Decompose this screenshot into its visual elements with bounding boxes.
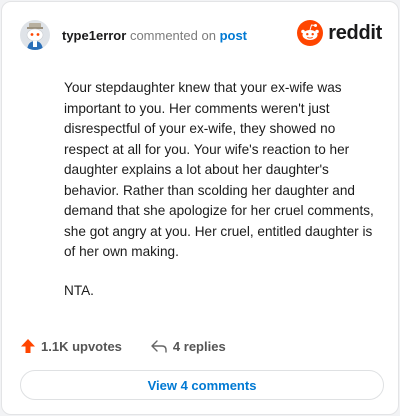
reddit-logo-icon (297, 20, 324, 46)
replies-count: 4 replies (172, 338, 226, 354)
post-link[interactable]: post (220, 28, 247, 43)
snoo-avatar-icon[interactable] (20, 20, 50, 50)
replies-button[interactable]: 4 replies (150, 338, 226, 354)
comment-body: Your stepdaughter knew that your ex-wife… (64, 78, 382, 319)
comment-card: type1error commented on post reddit Your… (1, 1, 399, 415)
upvote-count: 1.1K upvotes (41, 338, 122, 354)
upvote-button[interactable]: 1.1K upvotes (20, 338, 122, 354)
reddit-wordmark: reddit (328, 21, 382, 44)
byline-action: commented on (129, 28, 216, 43)
reddit-logo[interactable]: reddit (297, 20, 382, 46)
upvote-arrow-icon (21, 339, 35, 353)
comment-header: type1error commented on post reddit (20, 20, 382, 52)
comment-paragraph: NTA. (64, 282, 94, 298)
view-comments-button[interactable]: View 4 comments (20, 370, 384, 400)
comment-paragraph: Your stepdaughter knew that your ex-wife… (64, 80, 374, 259)
comment-actions: 1.1K upvotes 4 replies (20, 336, 226, 356)
username-link[interactable]: type1error (62, 28, 126, 43)
comment-byline: type1error commented on post (62, 28, 247, 43)
reply-arrow-icon (151, 340, 167, 353)
